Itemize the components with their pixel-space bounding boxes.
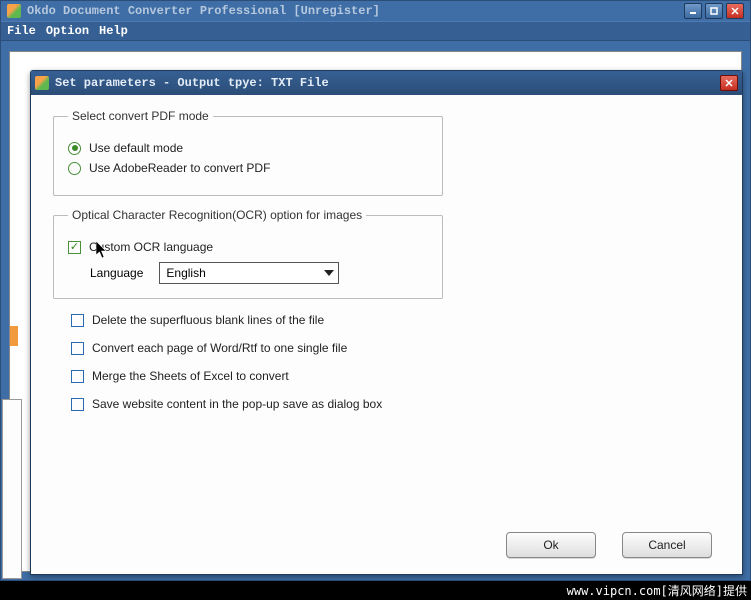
minimize-icon	[689, 7, 697, 15]
radio-default-label: Use default mode	[89, 141, 183, 155]
dialog-title: Set parameters - Output tpye: TXT File	[55, 76, 329, 90]
checkbox-merge-excel[interactable]	[71, 370, 84, 383]
radio-adobe-label: Use AdobeReader to convert PDF	[89, 161, 270, 175]
dialog-body: Select convert PDF mode Use default mode…	[31, 95, 742, 574]
set-parameters-dialog: Set parameters - Output tpye: TXT File S…	[30, 70, 743, 575]
ocr-group: Optical Character Recognition(OCR) optio…	[53, 208, 443, 299]
checkbox-row-custom-ocr[interactable]: ✓ Custom OCR language	[68, 240, 428, 254]
ok-button[interactable]: Ok	[506, 532, 596, 558]
radio-row-default[interactable]: Use default mode	[68, 141, 428, 155]
pdf-mode-legend: Select convert PDF mode	[68, 109, 213, 123]
maximize-icon	[710, 7, 718, 15]
dialog-titlebar: Set parameters - Output tpye: TXT File	[31, 71, 742, 95]
checkbox-row-save-website[interactable]: Save website content in the pop-up save …	[71, 397, 720, 411]
radio-row-adobe[interactable]: Use AdobeReader to convert PDF	[68, 161, 428, 175]
menu-file[interactable]: File	[7, 24, 36, 38]
checkbox-single-file-label: Convert each page of Word/Rtf to one sin…	[92, 341, 347, 355]
radio-default-mode[interactable]	[68, 142, 81, 155]
menubar: File Option Help	[1, 21, 750, 41]
maximize-button[interactable]	[705, 3, 723, 19]
language-value: English	[166, 266, 205, 280]
close-icon	[731, 7, 739, 15]
checkbox-single-file[interactable]	[71, 342, 84, 355]
pdf-mode-group: Select convert PDF mode Use default mode…	[53, 109, 443, 196]
checkbox-row-single-file[interactable]: Convert each page of Word/Rtf to one sin…	[71, 341, 720, 355]
background-accent	[10, 326, 18, 346]
checkbox-delete-blank[interactable]	[71, 314, 84, 327]
window-title: Okdo Document Converter Professional [Un…	[27, 4, 380, 18]
close-icon	[725, 79, 733, 87]
checkbox-save-website[interactable]	[71, 398, 84, 411]
language-row: Language English	[90, 262, 428, 284]
ocr-legend: Optical Character Recognition(OCR) optio…	[68, 208, 366, 222]
checkbox-row-delete-blank[interactable]: Delete the superfluous blank lines of th…	[71, 313, 720, 327]
checkbox-merge-excel-label: Merge the Sheets of Excel to convert	[92, 369, 289, 383]
app-icon	[35, 76, 49, 90]
checkbox-delete-blank-label: Delete the superfluous blank lines of th…	[92, 313, 324, 327]
close-button[interactable]	[726, 3, 744, 19]
checkbox-custom-ocr-label: Custom OCR language	[89, 240, 213, 254]
dialog-close-button[interactable]	[720, 75, 738, 91]
dialog-button-row: Ok Cancel	[506, 532, 712, 558]
checkbox-row-merge-excel[interactable]: Merge the Sheets of Excel to convert	[71, 369, 720, 383]
checkbox-save-website-label: Save website content in the pop-up save …	[92, 397, 382, 411]
titlebar: Okdo Document Converter Professional [Un…	[1, 1, 750, 21]
cancel-button[interactable]: Cancel	[622, 532, 712, 558]
menu-help[interactable]: Help	[99, 24, 128, 38]
language-combobox[interactable]: English	[159, 262, 339, 284]
checkbox-custom-ocr[interactable]: ✓	[68, 241, 81, 254]
footer-credit: www.vipcn.com[清风网络]提供	[0, 581, 751, 600]
minimize-button[interactable]	[684, 3, 702, 19]
background-panel	[2, 399, 22, 579]
menu-option[interactable]: Option	[46, 24, 89, 38]
radio-adobe-mode[interactable]	[68, 162, 81, 175]
app-icon	[7, 4, 21, 18]
chevron-down-icon	[324, 270, 334, 276]
language-label: Language	[90, 266, 143, 280]
